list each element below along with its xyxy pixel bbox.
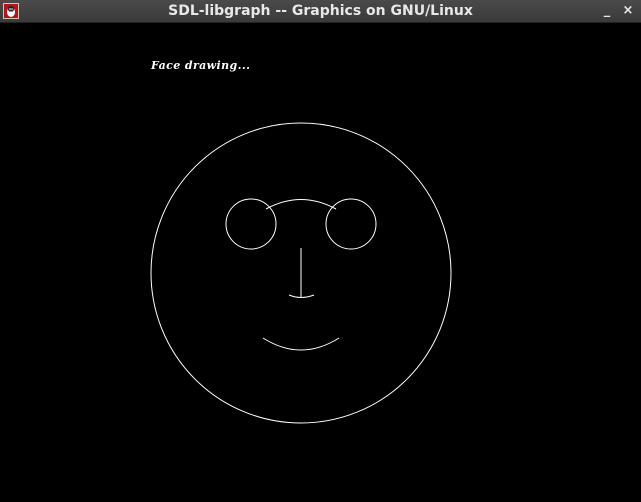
right-eye xyxy=(325,198,377,250)
face-drawing xyxy=(150,122,452,424)
eyebrow-arc xyxy=(265,199,337,210)
app-window: SDL-libgraph -- Graphics on GNU/Linux _ … xyxy=(0,0,641,502)
left-eye xyxy=(225,198,277,250)
mouth xyxy=(262,337,340,351)
